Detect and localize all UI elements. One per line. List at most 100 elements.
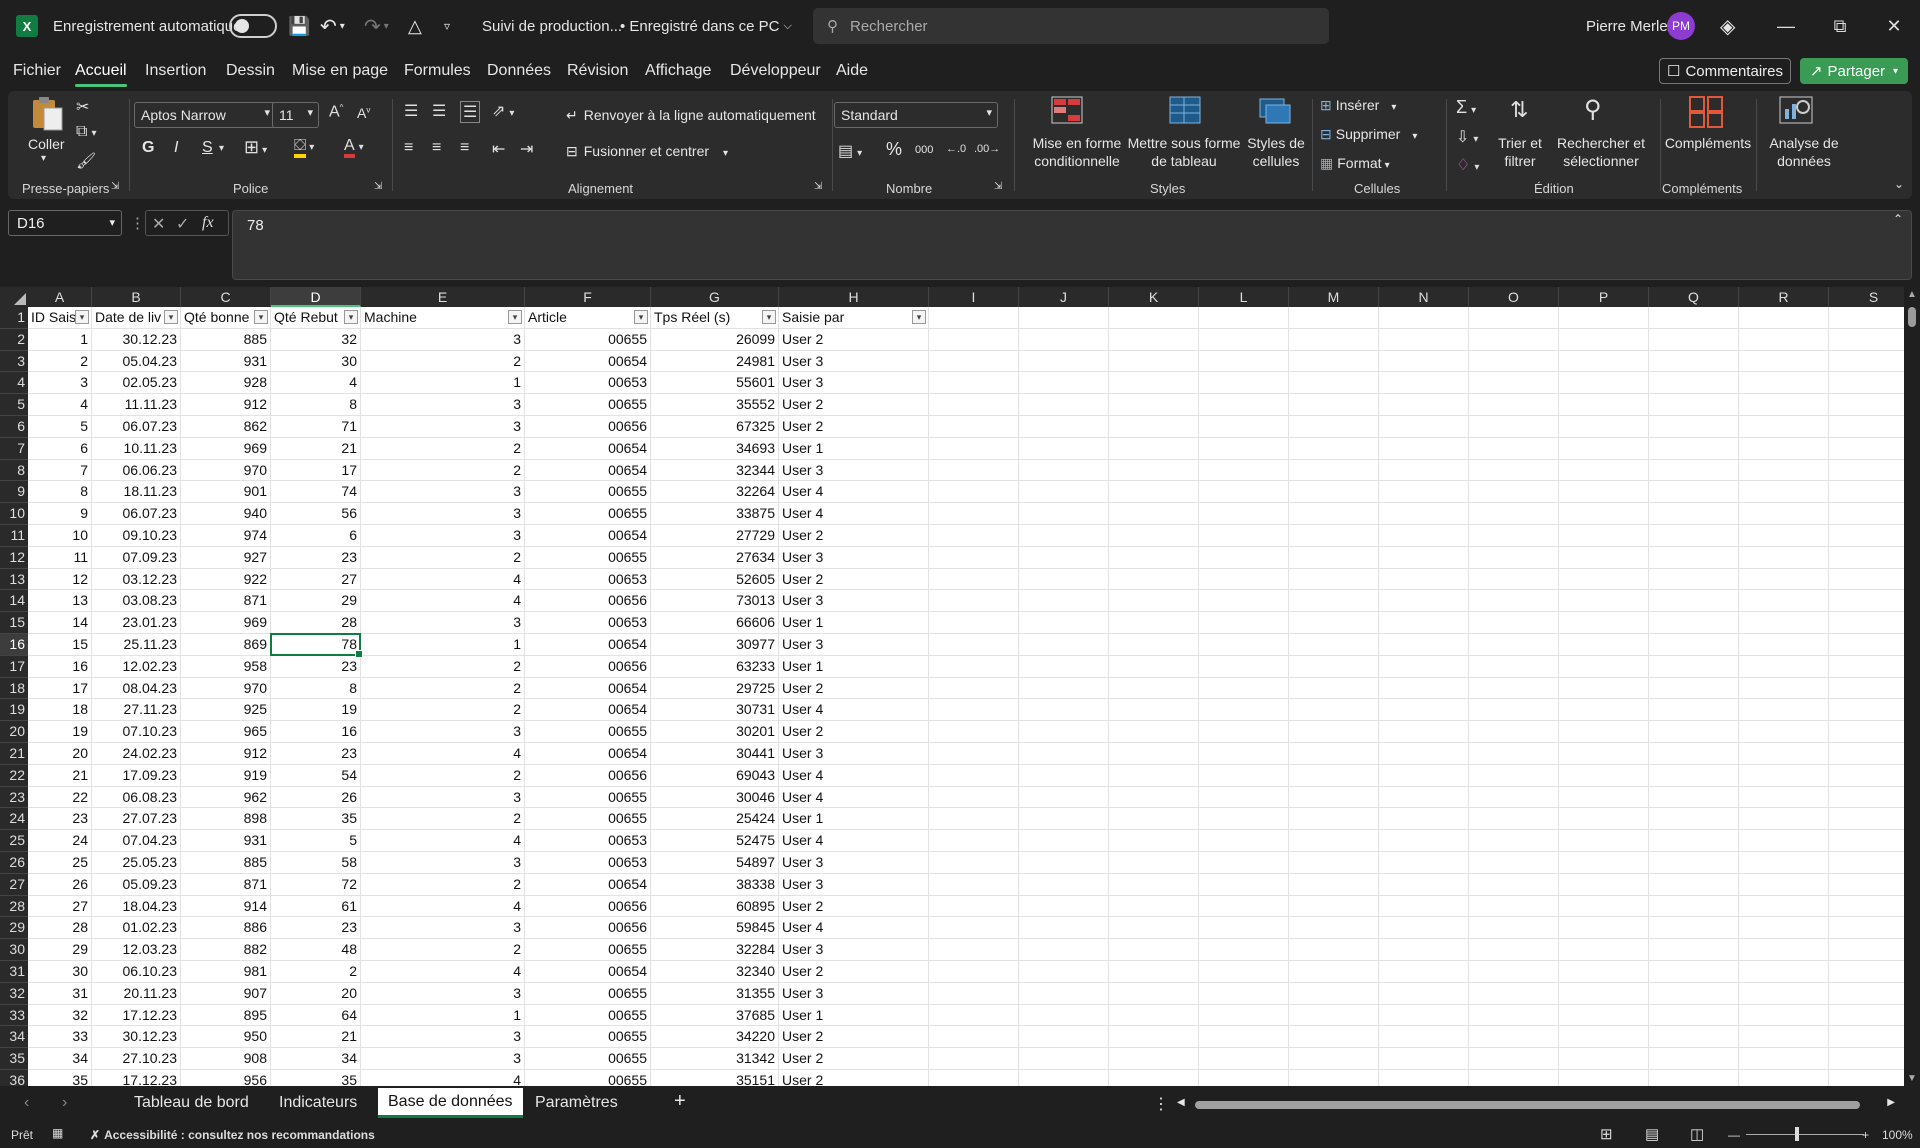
filter-dropdown-icon[interactable]: ▾ — [164, 310, 178, 324]
data-cell[interactable]: 908 — [181, 1048, 271, 1070]
empty-cell[interactable] — [1469, 1070, 1559, 1086]
row-header-32[interactable]: 32 — [0, 982, 28, 1005]
data-cell[interactable]: 969 — [181, 612, 271, 634]
data-cell[interactable]: 2 — [361, 677, 525, 700]
data-cell[interactable]: 3 — [361, 786, 525, 809]
cell-styles-button[interactable]: Styles de cellules — [1240, 134, 1312, 170]
data-cell[interactable]: 914 — [181, 895, 271, 918]
empty-cell[interactable] — [1379, 568, 1469, 591]
empty-cell[interactable] — [1379, 372, 1469, 395]
data-cell[interactable]: User 3 — [779, 873, 929, 896]
empty-cell[interactable] — [1739, 873, 1829, 896]
empty-cell[interactable] — [1559, 568, 1649, 591]
data-cell[interactable]: 16 — [28, 655, 92, 678]
empty-cell[interactable] — [1109, 612, 1199, 634]
data-cell[interactable]: 25 — [28, 852, 92, 874]
empty-cell[interactable] — [1379, 503, 1469, 525]
data-cell[interactable]: 00655 — [525, 394, 651, 416]
empty-cell[interactable] — [1649, 895, 1739, 918]
data-cell[interactable]: 927 — [181, 546, 271, 569]
avatar[interactable]: PM — [1667, 0, 1695, 52]
empty-cell[interactable] — [929, 1048, 1019, 1070]
conditional-formatting-icon[interactable] — [1050, 95, 1086, 129]
data-cell[interactable]: 72 — [271, 873, 361, 896]
filter-dropdown-icon[interactable]: ▾ — [634, 310, 648, 324]
data-cell[interactable]: 00654 — [525, 743, 651, 765]
next-sheet-icon[interactable]: › — [62, 1094, 67, 1112]
empty-cell[interactable] — [1379, 1004, 1469, 1027]
number-format-select[interactable]: Standard ▾ — [834, 102, 998, 128]
empty-cell[interactable] — [1739, 546, 1829, 569]
data-cell[interactable]: User 1 — [779, 612, 929, 634]
empty-cell[interactable] — [1739, 743, 1829, 765]
data-cell[interactable]: 55601 — [651, 372, 779, 395]
empty-cell[interactable] — [1289, 786, 1379, 809]
font-color-icon[interactable]: A ▾ — [344, 137, 364, 158]
data-cell[interactable]: 35151 — [651, 1070, 779, 1086]
row-header-30[interactable]: 30 — [0, 939, 28, 961]
decrease-indent-icon[interactable]: ⇤ — [492, 139, 505, 159]
empty-cell[interactable] — [1109, 459, 1199, 482]
empty-cell[interactable] — [1199, 394, 1289, 416]
empty-cell[interactable] — [1199, 677, 1289, 700]
data-cell[interactable]: 885 — [181, 328, 271, 351]
empty-cell[interactable] — [1739, 416, 1829, 438]
data-cell[interactable]: 00654 — [525, 350, 651, 373]
empty-cell[interactable] — [1199, 546, 1289, 569]
data-cell[interactable]: 8 — [271, 394, 361, 416]
empty-cell[interactable] — [1109, 568, 1199, 591]
empty-cell[interactable] — [1829, 372, 1904, 395]
empty-cell[interactable] — [1559, 895, 1649, 918]
data-analysis-button[interactable]: Analyse de données — [1760, 134, 1848, 170]
find-select-button[interactable]: Rechercher et sélectionner — [1548, 134, 1654, 170]
empty-cell[interactable] — [1289, 961, 1379, 983]
row-header-27[interactable]: 27 — [0, 873, 28, 896]
column-header-a[interactable]: A — [28, 287, 92, 307]
data-cell[interactable]: 67325 — [651, 416, 779, 438]
data-cell[interactable]: 4 — [361, 961, 525, 983]
empty-cell[interactable] — [1379, 699, 1469, 722]
empty-cell[interactable] — [1559, 416, 1649, 438]
empty-cell[interactable] — [1109, 525, 1199, 547]
increase-indent-icon[interactable]: ⇥ — [520, 139, 533, 159]
empty-cell[interactable] — [1559, 743, 1649, 765]
empty-cell[interactable] — [1559, 786, 1649, 809]
data-cell[interactable]: 23 — [271, 546, 361, 569]
column-header-e[interactable]: E — [361, 287, 525, 307]
empty-cell[interactable] — [1019, 895, 1109, 918]
empty-cell[interactable] — [1109, 917, 1199, 940]
data-cell[interactable]: 885 — [181, 852, 271, 874]
data-cell[interactable]: 24981 — [651, 350, 779, 373]
empty-cell[interactable] — [1109, 546, 1199, 569]
data-cell[interactable]: 16 — [271, 721, 361, 743]
empty-cell[interactable] — [1739, 939, 1829, 961]
empty-cell[interactable] — [1199, 416, 1289, 438]
empty-cell[interactable] — [1469, 525, 1559, 547]
data-cell[interactable]: User 4 — [779, 699, 929, 722]
data-cell[interactable]: 862 — [181, 416, 271, 438]
data-cell[interactable]: 3 — [361, 481, 525, 504]
comments-button[interactable]: ☐ Commentaires — [1659, 58, 1791, 84]
data-cell[interactable]: 35 — [28, 1070, 92, 1086]
empty-cell[interactable] — [1829, 307, 1904, 329]
data-cell[interactable]: 950 — [181, 1026, 271, 1049]
tab-dessin[interactable]: Dessin — [226, 62, 275, 80]
empty-cell[interactable] — [929, 764, 1019, 787]
data-cell[interactable]: 00655 — [525, 546, 651, 569]
data-cell[interactable]: User 2 — [779, 525, 929, 547]
empty-cell[interactable] — [1649, 982, 1739, 1005]
empty-cell[interactable] — [1559, 873, 1649, 896]
data-cell[interactable]: 17 — [271, 459, 361, 482]
scroll-right-icon[interactable]: ▶ — [1887, 1097, 1895, 1108]
save-status[interactable]: • Enregistré dans ce PC ⌵ — [620, 0, 792, 52]
empty-cell[interactable] — [1469, 721, 1559, 743]
add-sheet-icon[interactable]: + — [674, 1090, 686, 1113]
document-title[interactable]: Suivi de production... — [482, 0, 622, 52]
empty-cell[interactable] — [1829, 830, 1904, 852]
empty-cell[interactable] — [1559, 699, 1649, 722]
data-cell[interactable]: 06.07.23 — [92, 416, 181, 438]
empty-cell[interactable] — [1289, 852, 1379, 874]
data-cell[interactable]: 06.06.23 — [92, 459, 181, 482]
empty-cell[interactable] — [1289, 764, 1379, 787]
data-cell[interactable]: 3 — [361, 416, 525, 438]
